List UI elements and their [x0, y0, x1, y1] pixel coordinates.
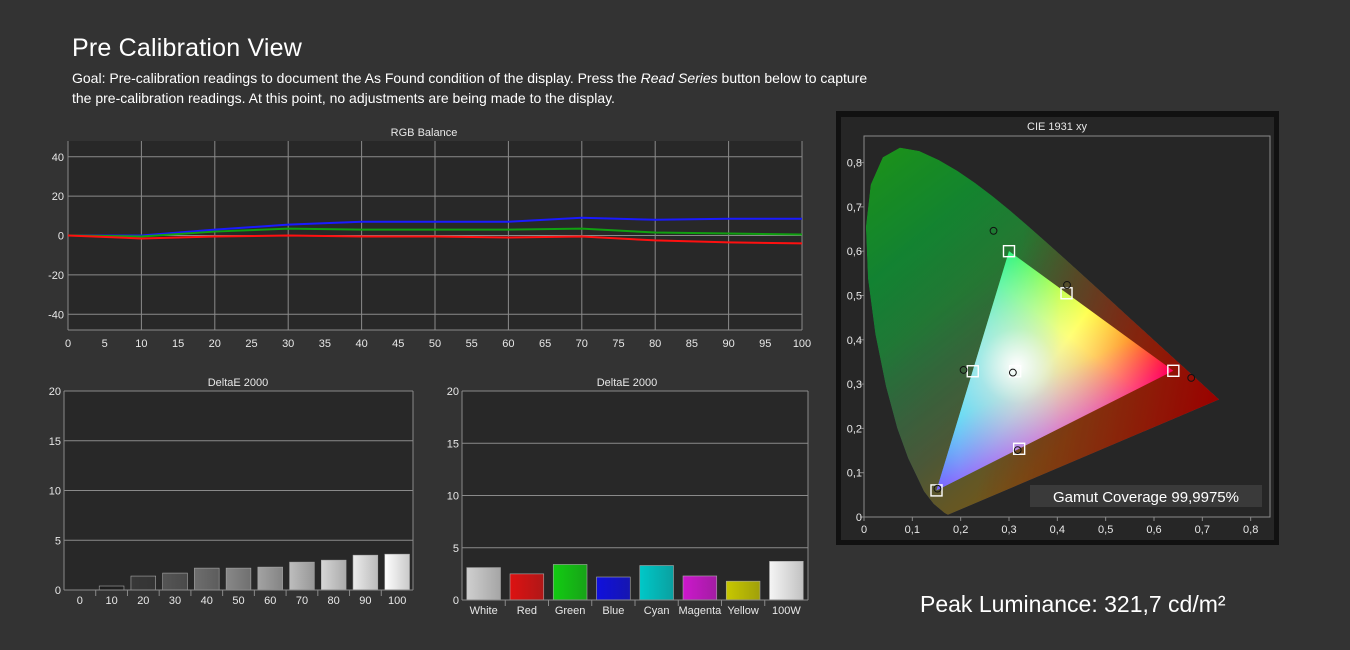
cie-1931-chart: CIE 1931 xy 0 0,1 0,2 0,3 0,4 0,5 0,6 0,7 0,8 0,8…	[841, 117, 1274, 540]
cie-x-tick: 0,6	[1146, 524, 1161, 536]
cie-x-tick: 0	[861, 524, 867, 536]
gamut-coverage-label: Gamut Coverage 99,9975%	[1053, 489, 1239, 506]
cie-x-tick: 0,1	[905, 524, 920, 536]
cie-y-tick: 0,6	[847, 246, 862, 258]
cie-x-tick: 0,5	[1098, 524, 1113, 536]
cie-y-tick: 0,3	[847, 379, 862, 391]
cie-x-tick: 0,7	[1195, 524, 1210, 536]
cie-y-tick: 0,1	[847, 468, 862, 480]
cie-y-tick: 0,5	[847, 290, 862, 302]
cie-y-tick: 0,7	[847, 202, 862, 214]
cie-x-tick: 0,3	[1001, 524, 1016, 536]
peak-luminance: Peak Luminance: 321,7 cd/m²	[920, 591, 1226, 617]
cie-y-tick: 0,8	[847, 158, 862, 170]
cie-x-tick: 0,2	[953, 524, 968, 536]
cie-y-tick: 0,4	[847, 335, 862, 347]
cie-y-tick: 0	[856, 512, 862, 524]
cie-title: CIE 1931 xy	[1027, 121, 1087, 133]
cie-x-tick: 0,4	[1050, 524, 1065, 536]
cie-x-tick: 0,8	[1243, 524, 1258, 536]
cie-y-tick: 0,2	[847, 423, 862, 435]
